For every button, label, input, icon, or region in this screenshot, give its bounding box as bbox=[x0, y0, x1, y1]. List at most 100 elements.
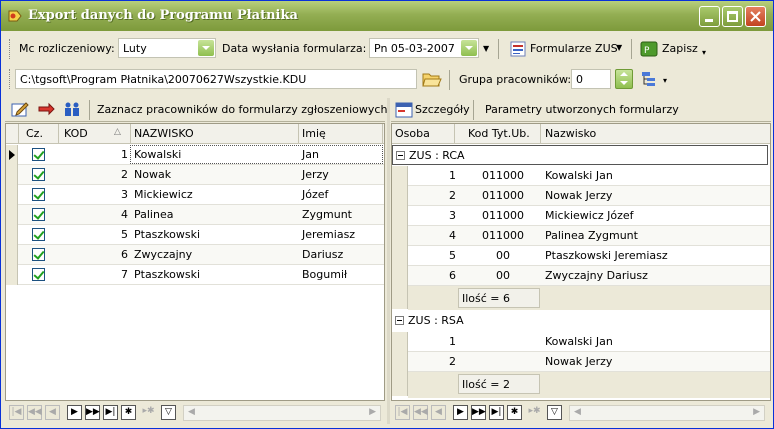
file-path-input[interactable]: C:\tgsoft\Program Płatnika\20070627Wszys… bbox=[15, 69, 417, 89]
toolbar-separator bbox=[498, 39, 499, 59]
checkbox[interactable] bbox=[32, 268, 45, 281]
group-row-rsa[interactable]: ZUS : RSA bbox=[392, 311, 768, 331]
right-navigator: |◀ ◀◀ ◀ ▶ ▶▶ ▶| ✱ ▸✱ ▽ ◀ ▶ bbox=[391, 403, 771, 423]
last-record-icon[interactable]: ▶| bbox=[489, 405, 504, 420]
forms-grid[interactable]: Osoba Kod Tyt.Ub. Nazwisko ZUS : RCA 1 0… bbox=[391, 123, 771, 401]
collapse-icon[interactable] bbox=[396, 151, 405, 160]
filter-icon[interactable]: ▽ bbox=[161, 405, 176, 420]
table-row[interactable]: 5 Ptaszkowski Jeremiasz bbox=[6, 225, 384, 245]
cell-osoba: 1 bbox=[449, 335, 456, 348]
period-value: Luty bbox=[123, 42, 147, 55]
close-button[interactable] bbox=[745, 6, 766, 27]
column-header-cz[interactable]: Cz. bbox=[26, 127, 43, 140]
collapse-icon[interactable] bbox=[395, 316, 404, 325]
checkbox[interactable] bbox=[32, 188, 45, 201]
folder-open-icon[interactable] bbox=[422, 70, 442, 88]
send-date-picker[interactable]: Pn 05-03-2007 bbox=[369, 38, 479, 58]
title-bar[interactable]: Export danych do Programu Płatnika bbox=[1, 1, 773, 31]
column-header-kod-tyt[interactable]: Kod Tyt.Ub. bbox=[468, 127, 530, 140]
group-row-rca[interactable]: ZUS : RCA bbox=[392, 145, 768, 165]
first-record-icon[interactable]: |◀ bbox=[395, 405, 410, 420]
table-row[interactable]: 3 Mickiewicz Józef bbox=[6, 185, 384, 205]
chevron-down-icon[interactable]: ▼ bbox=[483, 44, 489, 53]
chevron-down-icon: ▼ bbox=[616, 43, 623, 52]
forms-zus-button[interactable]: Formularze ZUS ▼ bbox=[506, 38, 628, 60]
svg-text:P: P bbox=[644, 46, 650, 56]
cell-osoba: 1 bbox=[449, 169, 456, 182]
window-title: Export danych do Programu Płatnika bbox=[28, 8, 298, 23]
insert-record-icon[interactable]: ✱ bbox=[507, 405, 522, 420]
prev-record-icon[interactable]: ◀ bbox=[45, 405, 60, 420]
table-row[interactable]: 5 00 Ptaszkowski Jeremiasz bbox=[408, 246, 770, 266]
period-select[interactable]: Luty bbox=[118, 38, 216, 58]
cell-nazwisko: Kowalski Jan bbox=[545, 169, 613, 182]
maximize-icon bbox=[727, 11, 738, 22]
chevron-down-icon[interactable] bbox=[198, 40, 214, 56]
calendar-dropdown-icon[interactable] bbox=[461, 40, 477, 56]
table-row[interactable]: 4 Palinea Zygmunt bbox=[6, 205, 384, 225]
column-header-imie[interactable]: Imię bbox=[302, 127, 326, 140]
next-page-icon[interactable]: ▶▶ bbox=[85, 405, 100, 420]
insert-record-icon[interactable]: ✱ bbox=[121, 405, 136, 420]
right-horizontal-scrollbar[interactable]: ◀ ▶ bbox=[569, 405, 765, 421]
move-icon[interactable] bbox=[37, 101, 55, 118]
table-row[interactable]: 1 011000 Kowalski Jan bbox=[408, 166, 770, 186]
cell-nazwisko: Palinea bbox=[134, 208, 174, 221]
maximize-button[interactable] bbox=[722, 6, 743, 27]
panel-splitter[interactable] bbox=[387, 98, 390, 424]
mark-employees-button[interactable]: Zaznacz pracowników do formularzy zgłosz… bbox=[97, 103, 387, 116]
tree-icon[interactable] bbox=[641, 71, 659, 87]
form-params-button[interactable]: Parametry utworzonych formularzy bbox=[485, 103, 679, 116]
checkbox[interactable] bbox=[32, 148, 45, 161]
checkbox[interactable] bbox=[32, 208, 45, 221]
left-horizontal-scrollbar[interactable]: ◀ ▶ bbox=[183, 405, 381, 421]
prev-record-icon[interactable]: ◀ bbox=[431, 405, 446, 420]
table-row[interactable]: 6 Zwyczajny Dariusz bbox=[6, 245, 384, 265]
next-record-icon[interactable]: ▶ bbox=[453, 405, 468, 420]
toolbar-grip[interactable] bbox=[9, 69, 11, 89]
app-icon bbox=[8, 10, 22, 22]
table-row[interactable]: 1 Kowalski Jan bbox=[6, 145, 384, 165]
group-input[interactable]: 0 bbox=[571, 69, 611, 89]
table-row[interactable]: 2 Nowak Jerzy bbox=[408, 352, 770, 372]
employees-grid[interactable]: Cz. KOD △ NAZWISKO Imię 1 Kowalski Jan 2… bbox=[5, 123, 385, 401]
column-header-osoba[interactable]: Osoba bbox=[395, 127, 430, 140]
first-record-icon[interactable]: |◀ bbox=[9, 405, 24, 420]
table-row[interactable]: 1 Kowalski Jan bbox=[408, 332, 770, 352]
checkbox[interactable] bbox=[32, 228, 45, 241]
checkbox[interactable] bbox=[32, 248, 45, 261]
edit-icon[interactable] bbox=[11, 101, 29, 118]
column-header-nazwisko[interactable]: NAZWISKO bbox=[134, 127, 194, 140]
table-row[interactable]: 7 Ptaszkowski Bogumił bbox=[6, 265, 384, 285]
checkbox[interactable] bbox=[32, 168, 45, 181]
table-row[interactable]: 6 00 Zwyczajny Dariusz bbox=[408, 266, 770, 286]
cell-kod: 6 bbox=[121, 248, 128, 261]
forms-zus-label: Formularze ZUS bbox=[530, 42, 618, 55]
details-button[interactable]: Szczegóły bbox=[415, 103, 470, 116]
prev-page-icon[interactable]: ◀◀ bbox=[27, 405, 42, 420]
table-row[interactable]: 2 011000 Nowak Jerzy bbox=[408, 186, 770, 206]
next-record-icon[interactable]: ▶ bbox=[67, 405, 82, 420]
minimize-button[interactable] bbox=[699, 6, 720, 27]
last-record-icon[interactable]: ▶| bbox=[103, 405, 118, 420]
chevron-down-icon[interactable]: ▾ bbox=[663, 76, 667, 85]
people-icon[interactable] bbox=[63, 101, 81, 118]
cell-nazwisko: Ptaszkowski bbox=[134, 228, 201, 241]
save-button[interactable]: P Zapisz ▾ bbox=[638, 38, 710, 60]
prev-page-icon[interactable]: ◀◀ bbox=[413, 405, 428, 420]
post-record-icon[interactable]: ▸✱ bbox=[527, 405, 542, 420]
cell-kod: 2 bbox=[121, 168, 128, 181]
spin-icon[interactable] bbox=[615, 69, 633, 89]
send-date-label: Data wysłania formularza: bbox=[222, 42, 367, 55]
table-row[interactable]: 4 011000 Palinea Zygmunt bbox=[408, 226, 770, 246]
column-header-kod[interactable]: KOD bbox=[64, 127, 88, 140]
filter-icon[interactable]: ▽ bbox=[547, 405, 562, 420]
forms-grid-header: Osoba Kod Tyt.Ub. Nazwisko bbox=[392, 124, 770, 144]
next-page-icon[interactable]: ▶▶ bbox=[471, 405, 486, 420]
cell-kod: 1 bbox=[121, 148, 128, 161]
column-header-nazwisko[interactable]: Nazwisko bbox=[545, 127, 596, 140]
table-row[interactable]: 2 Nowak Jerzy bbox=[6, 165, 384, 185]
toolbar-grip[interactable] bbox=[9, 39, 11, 59]
post-record-icon[interactable]: ▸✱ bbox=[141, 405, 156, 420]
table-row[interactable]: 3 011000 Mickiewicz Józef bbox=[408, 206, 770, 226]
